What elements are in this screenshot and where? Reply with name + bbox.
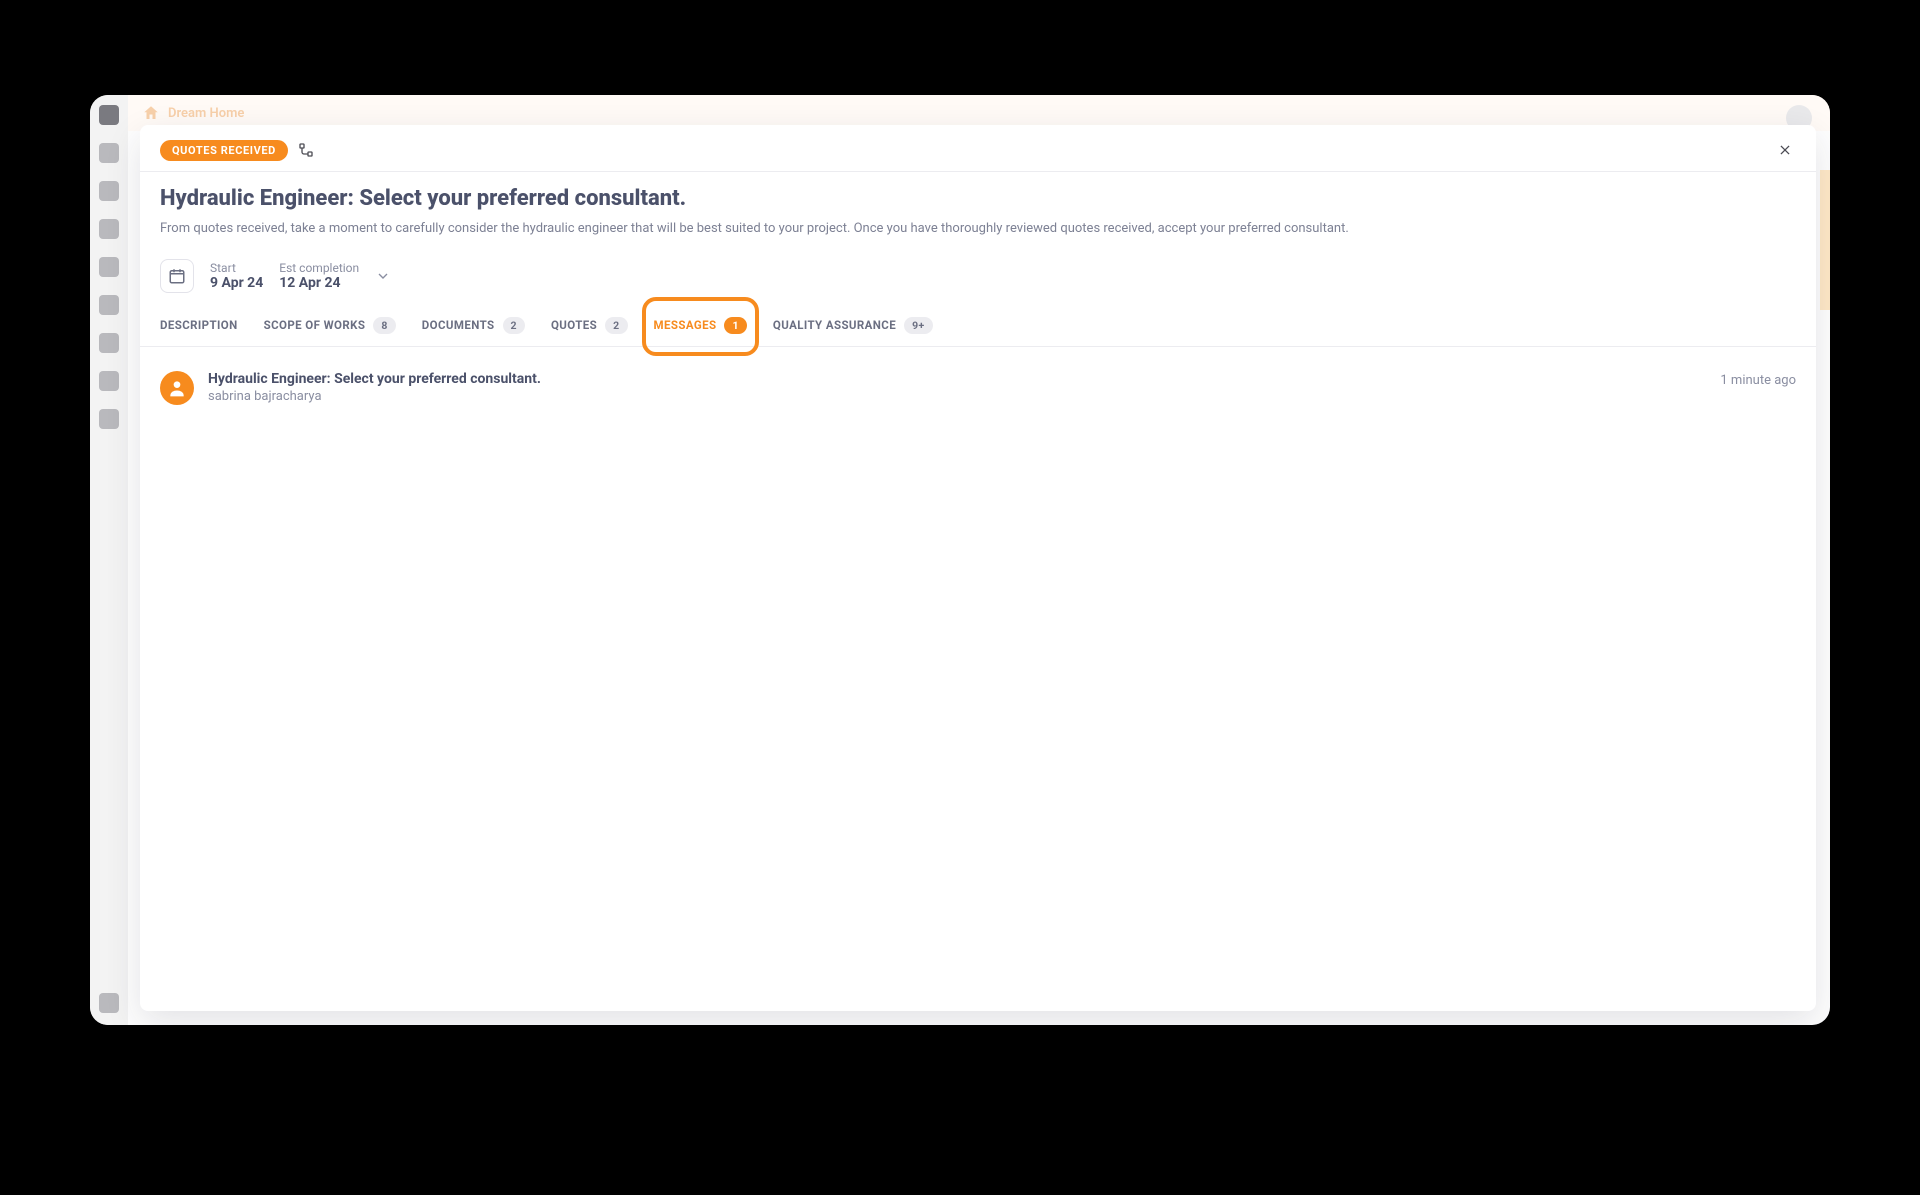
tab-label: DESCRIPTION xyxy=(160,318,238,332)
subtask-tree-icon[interactable] xyxy=(298,142,314,158)
tab-messages[interactable]: MESSAGES 1 xyxy=(654,307,747,346)
est-completion-date: Est completion 12 Apr 24 xyxy=(279,261,359,291)
date-range-row: Start 9 Apr 24 Est completion 12 Apr 24 xyxy=(140,245,1816,303)
message-author: sabrina bajracharya xyxy=(208,389,1706,404)
chevron-down-icon[interactable] xyxy=(375,268,391,284)
modal-topbar: QUOTES RECEIVED xyxy=(140,125,1816,171)
tab-description[interactable]: DESCRIPTION xyxy=(160,308,238,344)
sidebar-icon-stack[interactable] xyxy=(99,409,119,429)
app-shell: Dream Home QUOTES RECEIVED Hydraulic Eng… xyxy=(90,95,1830,1025)
est-value: 12 Apr 24 xyxy=(279,275,359,291)
status-pill: QUOTES RECEIVED xyxy=(160,140,288,161)
modal-subtitle: From quotes received, take a moment to c… xyxy=(160,219,1796,239)
message-timestamp: 1 minute ago xyxy=(1720,371,1796,388)
tab-badge: 8 xyxy=(373,317,395,334)
tab-label: DOCUMENTS xyxy=(422,318,495,332)
sidebar-icon-calendar[interactable] xyxy=(99,295,119,315)
tab-label: MESSAGES xyxy=(654,318,717,332)
calendar-icon[interactable] xyxy=(160,259,194,293)
message-title: Hydraulic Engineer: Select your preferre… xyxy=(208,371,1706,387)
tab-scope-of-works[interactable]: SCOPE OF WORKS 8 xyxy=(264,307,396,346)
messages-panel: Hydraulic Engineer: Select your preferre… xyxy=(140,347,1816,1012)
tab-badge: 2 xyxy=(503,317,525,334)
modal-header: Hydraulic Engineer: Select your preferre… xyxy=(140,172,1816,245)
sidebar-icon-dashboard[interactable] xyxy=(99,143,119,163)
person-avatar-icon xyxy=(160,371,194,405)
tab-quality-assurance[interactable]: QUALITY ASSURANCE 9+ xyxy=(773,307,933,346)
sidebar-icon-team[interactable] xyxy=(99,257,119,277)
tab-label: QUOTES xyxy=(551,318,597,332)
sidebar-icon-stats[interactable] xyxy=(99,181,119,201)
tab-label: SCOPE OF WORKS xyxy=(264,318,366,332)
start-label: Start xyxy=(210,261,263,275)
message-item[interactable]: Hydraulic Engineer: Select your preferre… xyxy=(160,371,1796,405)
message-body: Hydraulic Engineer: Select your preferre… xyxy=(208,371,1706,404)
tab-badge: 9+ xyxy=(904,317,933,334)
sidebar-icon-brush[interactable] xyxy=(99,371,119,391)
sidebar-icon-folder[interactable] xyxy=(99,219,119,239)
tab-quotes[interactable]: QUOTES 2 xyxy=(551,307,628,346)
sidebar-icon-document[interactable] xyxy=(99,105,119,125)
start-value: 9 Apr 24 xyxy=(210,275,263,291)
tab-label: QUALITY ASSURANCE xyxy=(773,318,896,332)
sidebar-icon-finance[interactable] xyxy=(99,333,119,353)
tab-badge: 1 xyxy=(724,317,746,334)
tab-documents[interactable]: DOCUMENTS 2 xyxy=(422,307,525,346)
sidebar-icon-settings[interactable] xyxy=(99,993,119,1013)
start-date: Start 9 Apr 24 xyxy=(210,261,263,291)
est-label: Est completion xyxy=(279,261,359,275)
tab-badge: 2 xyxy=(605,317,627,334)
left-sidebar xyxy=(90,95,128,1025)
task-modal: QUOTES RECEIVED Hydraulic Engineer: Sele… xyxy=(140,125,1816,1011)
modal-title: Hydraulic Engineer: Select your preferre… xyxy=(160,186,1796,211)
close-button[interactable] xyxy=(1774,139,1796,161)
modal-tabs: DESCRIPTION SCOPE OF WORKS 8 DOCUMENTS 2… xyxy=(140,303,1816,347)
